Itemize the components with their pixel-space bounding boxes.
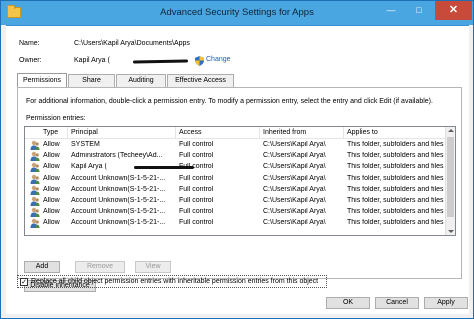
row-applies-to: This folder, subfolders and files (347, 163, 444, 171)
table-row[interactable]: Allow Account Unknown(S-1-5-21-... Full co… (25, 207, 445, 218)
dialog-body: Name: C:\Users\Kapil Arya\Documents\Apps… (6, 25, 469, 314)
tab-effective-access[interactable]: Effective Access (167, 74, 234, 87)
apply-button[interactable]: Apply (424, 297, 468, 309)
ok-button[interactable]: OK (326, 297, 370, 309)
advanced-security-window: Advanced Security Settings for Apps — □ … (0, 0, 474, 319)
user-icon (30, 185, 40, 195)
row-type: Allow (43, 152, 60, 160)
row-applies-to: This folder, subfolders and files (347, 208, 444, 216)
row-type: Allow (43, 174, 60, 182)
maximize-button[interactable]: □ (405, 1, 433, 20)
row-applies-to: This folder, subfolders and files (347, 174, 444, 182)
user-icon (30, 196, 40, 206)
row-access: Full control (179, 141, 214, 148)
scroll-down-arrow-icon[interactable] (448, 230, 454, 233)
replace-child-permissions-option[interactable]: ✓ Replace all child object permission en… (17, 275, 327, 288)
column-separator[interactable] (175, 127, 176, 139)
row-principal: Account Unknown(S-1-5-21-... (71, 185, 166, 193)
name-value: C:\Users\Kapil Arya\Documents\Apps (74, 40, 190, 47)
redaction-mark (133, 58, 188, 65)
permissions-panel: For additional information, double-click… (17, 87, 462, 292)
column-header-inherited-from[interactable]: Inherited from (263, 129, 306, 136)
row-applies-to: This folder, subfolders and files (347, 197, 444, 204)
user-icon (30, 163, 40, 173)
row-principal: Account Unknown(S-1-5-21-... (71, 208, 166, 216)
column-separator[interactable] (67, 127, 68, 139)
column-separator[interactable] (343, 127, 344, 139)
row-access: Full control (179, 208, 214, 216)
row-applies-to: This folder, subfolders and files (347, 185, 444, 193)
row-applies-to: This folder, subfolders and files (347, 219, 444, 227)
row-type: Allow (43, 208, 60, 216)
uac-shield-icon (195, 56, 204, 66)
list-header: Type Principal Access Inherited from App… (25, 127, 445, 139)
change-owner-link[interactable]: Change (206, 56, 231, 63)
minimize-button[interactable]: — (377, 1, 405, 20)
cancel-button[interactable]: Cancel (375, 297, 419, 309)
redaction-mark (134, 166, 194, 170)
row-principal: Administrators (Techeey\Ad... (71, 152, 163, 160)
row-principal: Account Unknown(S-1-5-21-... (71, 197, 166, 204)
view-button[interactable]: View (135, 261, 171, 273)
row-principal: Account Unknown(S-1-5-21-... (71, 219, 166, 227)
user-icon (30, 151, 40, 162)
permission-entries-list[interactable]: Type Principal Access Inherited from App… (24, 126, 456, 236)
scroll-up-arrow-icon[interactable] (448, 129, 454, 132)
row-inherited-from: C:\Users\Kapil Arya\ (263, 174, 326, 182)
table-row[interactable]: Allow Account Unknown(S-1-5-21-... Full co… (25, 185, 445, 196)
row-inherited-from: C:\Users\Kapil Arya\ (263, 197, 326, 204)
scroll-thumb[interactable] (447, 137, 454, 217)
row-type: Allow (43, 197, 60, 204)
title-bar[interactable]: Advanced Security Settings for Apps — □ … (1, 1, 473, 25)
table-row[interactable]: Allow Administrators (Techeey\Ad... Full c… (25, 151, 445, 162)
row-type: Allow (43, 219, 60, 227)
row-applies-to: This folder, subfolders and files (347, 152, 444, 160)
row-applies-to: This folder, subfolders and files (347, 141, 444, 148)
row-type: Allow (43, 163, 60, 171)
row-access: Full control (179, 185, 214, 193)
row-access: Full control (179, 197, 214, 204)
vertical-scrollbar[interactable] (445, 127, 455, 235)
row-type: Allow (43, 185, 60, 193)
row-inherited-from: C:\Users\Kapil Arya\ (263, 185, 326, 193)
column-header-access[interactable]: Access (179, 129, 202, 136)
row-principal: Account Unknown(S-1-5-21-... (71, 174, 166, 182)
replace-child-permissions-label[interactable]: Replace all child object permission entr… (31, 278, 318, 285)
user-icon (30, 174, 40, 184)
name-label: Name: (19, 40, 40, 47)
row-access: Full control (179, 219, 214, 227)
tab-auditing[interactable]: Auditing (116, 74, 166, 87)
user-icon (30, 219, 40, 229)
replace-child-permissions-checkbox[interactable]: ✓ (20, 278, 28, 286)
row-access: Full control (179, 152, 214, 160)
column-header-applies-to[interactable]: Applies to (347, 129, 378, 136)
row-principal: SYSTEM (71, 141, 100, 148)
close-button[interactable]: ✕ (435, 1, 472, 20)
owner-value: Kapil Arya ( (74, 57, 110, 64)
table-row[interactable]: Allow SYSTEM Full control C:\Users\Kapil Ar… (25, 140, 445, 151)
tab-permissions[interactable]: Permissions (17, 73, 67, 87)
row-inherited-from: C:\Users\Kapil Arya\ (263, 163, 326, 171)
remove-button[interactable]: Remove (75, 261, 125, 273)
owner-label: Owner: (19, 57, 42, 64)
table-row[interactable]: Allow Account Unknown(S-1-5-21-... Full co… (25, 174, 445, 185)
table-row[interactable]: Allow Kapil Arya (Full control C:\Users\Ka… (25, 162, 445, 173)
row-inherited-from: C:\Users\Kapil Arya\ (263, 152, 326, 160)
row-access: Full control (179, 174, 214, 182)
table-row[interactable]: Allow Account Unknown(S-1-5-21-... Full co… (25, 218, 445, 229)
column-header-type[interactable]: Type (43, 129, 58, 136)
info-text: For additional information, double-click… (26, 98, 433, 105)
column-separator[interactable] (259, 127, 260, 139)
row-inherited-from: C:\Users\Kapil Arya\ (263, 208, 326, 216)
column-header-principal[interactable]: Principal (71, 129, 98, 136)
add-button[interactable]: Add (24, 261, 60, 273)
table-row[interactable]: Allow Account Unknown(S-1-5-21-... Full co… (25, 196, 445, 207)
permission-entries-label: Permission entries: (26, 115, 86, 122)
row-inherited-from: C:\Users\Kapil Arya\ (263, 141, 326, 148)
tab-share[interactable]: Share (68, 74, 115, 87)
user-icon (30, 140, 40, 150)
row-inherited-from: C:\Users\Kapil Arya\ (263, 219, 326, 227)
row-type: Allow (43, 141, 60, 148)
user-icon (30, 207, 40, 218)
